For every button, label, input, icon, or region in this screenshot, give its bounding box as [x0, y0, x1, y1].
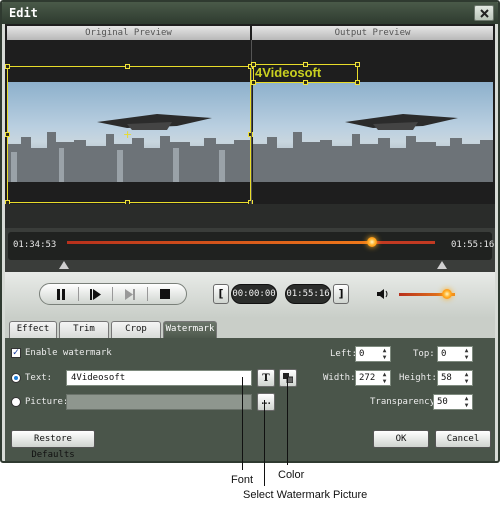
picture-callout-line — [264, 400, 265, 486]
start-time-field[interactable]: 00:00:00 — [231, 284, 277, 304]
font-callout-line — [242, 377, 243, 470]
crop-handle-top[interactable] — [125, 64, 130, 69]
height-value: 58 — [441, 373, 452, 383]
watermark-handle-top[interactable] — [303, 62, 308, 67]
width-label: Width: — [323, 373, 356, 383]
ok-button[interactable]: OK — [373, 430, 429, 448]
tab-trim[interactable]: Trim — [59, 321, 109, 338]
watermark-handle-bottom[interactable] — [303, 80, 308, 85]
start-marker[interactable] — [59, 261, 69, 269]
watermark-handle-br[interactable] — [355, 80, 360, 85]
top-spinner-arrows[interactable]: ▲ ▼ — [462, 347, 471, 361]
font-annotation: Font — [231, 474, 254, 486]
left-spinner-arrows[interactable]: ▲ ▼ — [380, 347, 389, 361]
left-spinner[interactable]: 0 ▲ ▼ — [355, 346, 391, 362]
font-button[interactable]: T — [257, 369, 275, 387]
watermark-handle-bl[interactable] — [251, 80, 256, 85]
text-label: Text: — [25, 373, 53, 383]
transparency-spinner[interactable]: 50 ▲ ▼ — [433, 394, 473, 410]
edit-window: Edit Original Preview Output Preview + 4… — [0, 0, 500, 463]
pause-icon — [56, 288, 65, 300]
original-preview-label: Original Preview — [7, 26, 250, 40]
tab-effect[interactable]: Effect — [9, 321, 57, 338]
restore-defaults-button[interactable]: Restore Defaults — [11, 430, 95, 460]
picture-label: Picture: — [25, 397, 69, 407]
height-spinner-arrows[interactable]: ▲ ▼ — [462, 371, 471, 385]
crop-handle-left[interactable] — [5, 132, 10, 137]
picture-radio[interactable] — [11, 397, 21, 407]
height-label: Height: — [399, 373, 437, 383]
transparency-spinner-arrows[interactable]: ▲ ▼ — [462, 395, 471, 409]
current-time: 01:34:53 — [13, 240, 57, 250]
watermark-handle-tl[interactable] — [251, 62, 256, 67]
edit-tabs: Effect Trim Crop Watermark — [5, 318, 495, 338]
next-frame-button[interactable] — [121, 286, 139, 302]
volume-knob[interactable] — [441, 289, 452, 299]
color-annotation: Color — [278, 469, 305, 481]
end-marker[interactable] — [437, 261, 447, 269]
enable-watermark-label: Enable watermark — [25, 348, 112, 358]
output-preview-video — [253, 82, 493, 182]
preview-area: Original Preview Output Preview + 4Video… — [5, 24, 495, 205]
tab-watermark[interactable]: Watermark — [163, 321, 217, 338]
next-frame-icon — [124, 288, 135, 300]
pause-button[interactable] — [52, 286, 70, 302]
top-value: 0 — [441, 349, 447, 359]
browse-picture-button[interactable]: ... — [257, 393, 275, 411]
play-button[interactable] — [87, 286, 105, 302]
select-picture-annotation: Select Watermark Picture — [243, 489, 368, 501]
play-icon — [90, 288, 102, 300]
timeline-progress — [67, 241, 373, 244]
color-icon — [283, 373, 293, 383]
width-spinner-arrows[interactable]: ▲ ▼ — [380, 371, 389, 385]
watermark-preview-text: 4Videosoft — [255, 65, 322, 80]
watermark-panel: ✓ Enable watermark Text: 4Videosoft T Pi… — [5, 338, 495, 461]
top-spinner[interactable]: 0 ▲ ▼ — [437, 346, 473, 362]
left-value: 0 — [359, 349, 365, 359]
transparency-label: Transparency: — [370, 397, 441, 407]
end-time-field[interactable]: 01:55:16 — [285, 284, 331, 304]
color-callout-line — [287, 377, 288, 465]
stop-button[interactable] — [156, 286, 174, 302]
text-radio[interactable] — [11, 373, 21, 383]
playback-button-group — [39, 283, 187, 305]
watermark-picture-input[interactable] — [66, 394, 252, 410]
transparency-value: 50 — [437, 397, 448, 407]
total-time: 01:55:16 — [451, 240, 495, 250]
crop-center-icon: + — [123, 128, 133, 141]
cancel-button[interactable]: Cancel — [435, 430, 491, 448]
crop-handle-tl[interactable] — [5, 64, 10, 69]
set-end-button[interactable]: ] — [333, 284, 349, 304]
enable-watermark-checkbox[interactable]: ✓ — [11, 348, 21, 358]
volume-icon — [377, 289, 388, 299]
playback-controls: [ 00:00:00 01:55:16 ] — [5, 272, 495, 318]
width-spinner[interactable]: 272 ▲ ▼ — [355, 370, 391, 386]
close-button[interactable] — [474, 5, 494, 21]
watermark-text-input[interactable]: 4Videosoft — [66, 370, 252, 386]
timeline: 01:34:53 01:55:16 — [5, 228, 495, 272]
close-icon — [479, 8, 489, 18]
color-button[interactable] — [279, 369, 297, 387]
window-title: Edit — [9, 6, 38, 20]
width-value: 272 — [359, 373, 376, 383]
output-preview-label: Output Preview — [252, 26, 493, 40]
tab-crop[interactable]: Crop — [111, 321, 161, 338]
watermark-handle-tr[interactable] — [355, 62, 360, 67]
city-scene-image — [253, 114, 493, 182]
title-bar: Edit — [2, 2, 498, 24]
left-label: Left: — [330, 349, 358, 359]
height-spinner[interactable]: 58 ▲ ▼ — [437, 370, 473, 386]
set-start-button[interactable]: [ — [213, 284, 229, 304]
stop-icon — [159, 289, 170, 299]
top-label: Top: — [413, 349, 435, 359]
